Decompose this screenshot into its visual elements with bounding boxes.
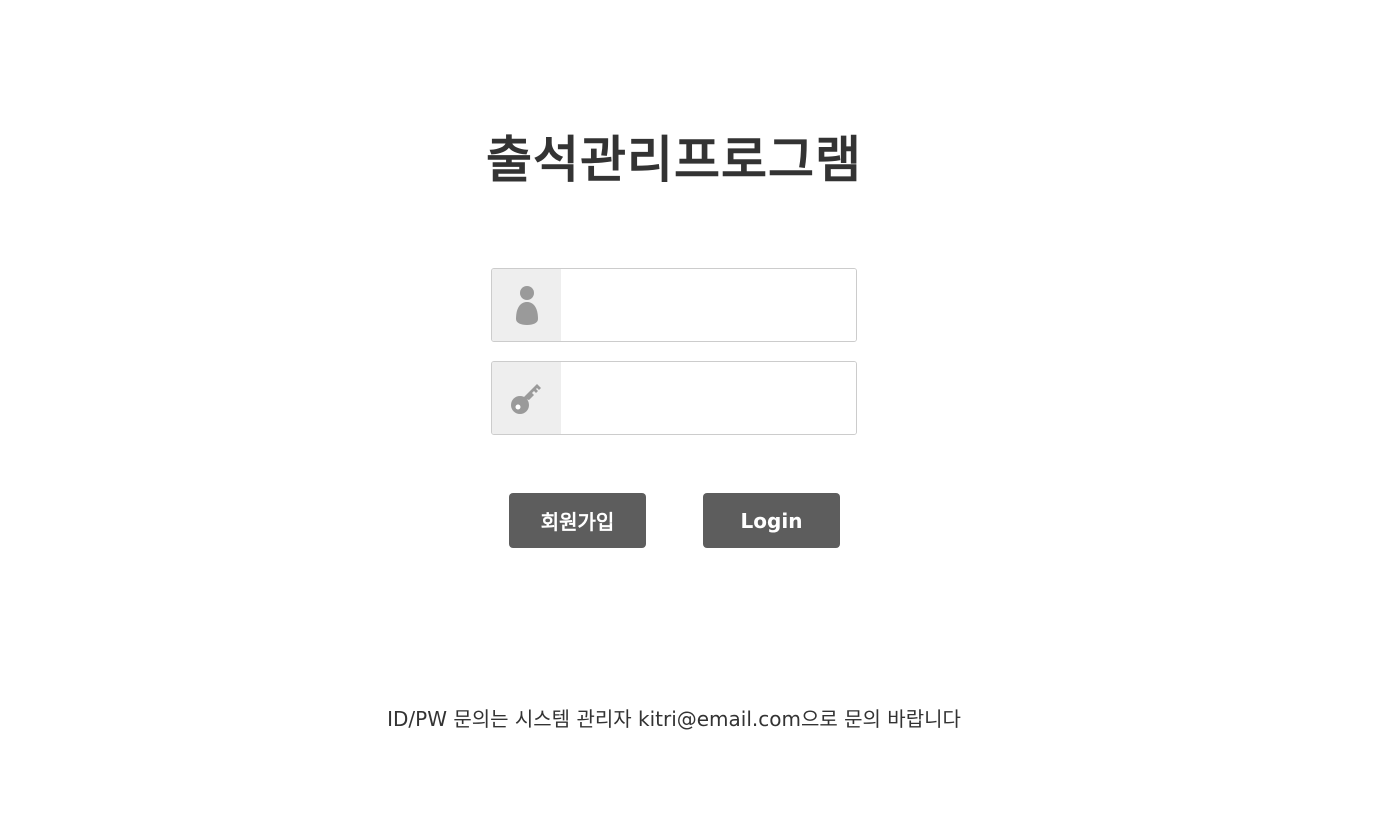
login-button[interactable]: Login <box>703 493 840 548</box>
id-field <box>491 268 857 342</box>
password-input[interactable] <box>561 362 856 434</box>
user-icon <box>492 269 561 341</box>
key-icon <box>492 362 561 434</box>
login-page: 출석관리프로그램 회원가입 Login ID/PW 문의는 시스템 관리자 ki… <box>0 0 1384 823</box>
page-title: 출석관리프로그램 <box>486 131 862 189</box>
signup-button[interactable]: 회원가입 <box>509 493 646 548</box>
password-field <box>491 361 857 435</box>
contact-notice: ID/PW 문의는 시스템 관리자 kitri@email.com으로 문의 바… <box>387 707 961 731</box>
id-input[interactable] <box>561 269 856 341</box>
